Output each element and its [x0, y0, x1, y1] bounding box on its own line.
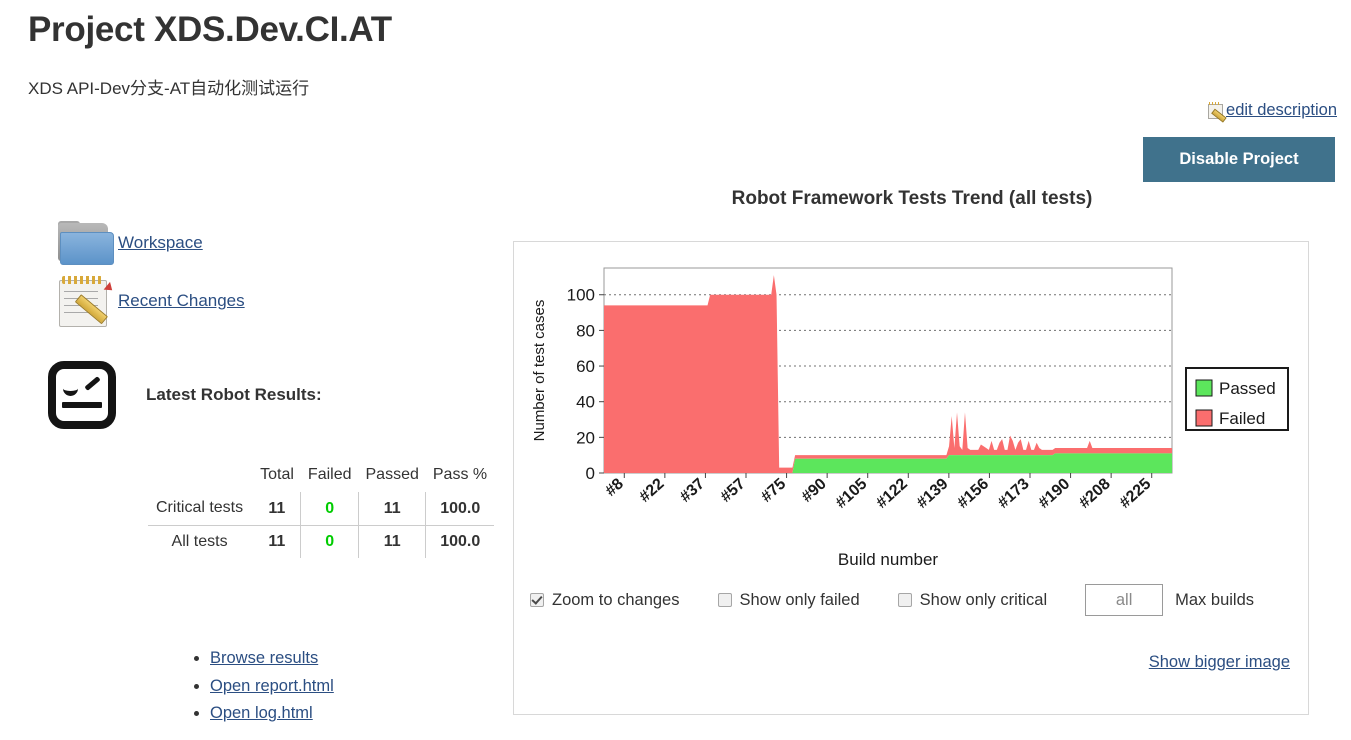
cell-all-failed: 0 [300, 524, 359, 559]
svg-text:#22: #22 [636, 475, 667, 506]
left-sidebar: Workspace Recent Changes Latest Robot Re… [0, 214, 500, 430]
robot-results-table: Total Failed Passed Pass % Critical test… [148, 464, 495, 559]
chart-title: Robot Framework Tests Trend (all tests) [731, 188, 1093, 209]
latest-robot-results-heading: Latest Robot Results: [146, 385, 322, 404]
show-bigger-image-link[interactable]: Show bigger image [1149, 653, 1290, 672]
column-header-total: Total [260, 466, 294, 483]
svg-text:#190: #190 [1035, 475, 1073, 512]
svg-text:40: 40 [576, 393, 595, 412]
svg-text:Build number: Build number [838, 550, 939, 569]
cell-all-passed: 11 [357, 524, 426, 559]
result-links-list: Browse results Open report.html Open log… [186, 645, 334, 728]
cell-critical-passed: 11 [357, 492, 426, 526]
svg-text:#105: #105 [833, 475, 871, 512]
cell-critical-failed: 0 [300, 492, 359, 526]
show-only-critical-label: Show only critical [919, 590, 1048, 609]
recent-changes-link[interactable]: Recent Changes [118, 291, 245, 311]
browse-results-link[interactable]: Browse results [210, 649, 318, 667]
svg-text:#122: #122 [873, 475, 911, 512]
svg-text:#57: #57 [717, 475, 748, 506]
sidebar-item-recent-changes[interactable]: Recent Changes [0, 272, 500, 330]
open-report-link[interactable]: Open report.html [210, 677, 334, 695]
page-subtitle: XDS API-Dev分支-AT自动化测试运行 [28, 79, 310, 98]
svg-text:#75: #75 [758, 475, 789, 506]
open-log-link[interactable]: Open log.html [210, 704, 313, 722]
folder-icon [56, 221, 118, 265]
trend-chart[interactable]: 0 20 40 60 80 100 Number of test cases #8 #22 #37… [514, 260, 1308, 570]
cell-all-total: 11 [253, 524, 301, 559]
row-label-critical-tests: Critical tests [156, 499, 244, 517]
table-corner-header [148, 464, 253, 492]
svg-text:#225: #225 [1117, 475, 1155, 512]
list-item: Open report.html [210, 673, 334, 701]
svg-text:Failed: Failed [1219, 409, 1265, 428]
svg-text:100: 100 [567, 286, 595, 305]
sidebar-item-workspace[interactable]: Workspace [0, 214, 500, 272]
table-row: All tests 11 0 11 100.0 [148, 524, 495, 559]
svg-text:#208: #208 [1076, 475, 1114, 512]
latest-robot-results-row: Latest Robot Results: [0, 360, 500, 430]
cell-critical-pass-pct: 100.0 [425, 492, 495, 526]
svg-text:#173: #173 [995, 475, 1033, 512]
table-row: Critical tests 11 0 11 100.0 [148, 492, 495, 526]
svg-text:#90: #90 [799, 475, 830, 506]
svg-text:Number of test cases: Number of test cases [531, 300, 548, 442]
list-item: Open log.html [210, 700, 334, 728]
column-header-passed: Passed [365, 466, 419, 483]
edit-description-row[interactable]: edit description [1208, 101, 1337, 123]
svg-text:#156: #156 [954, 475, 992, 512]
zoom-to-changes-checkbox[interactable]: Zoom to changes [530, 591, 680, 610]
checkbox-box[interactable] [717, 593, 732, 607]
robot-face-icon [48, 361, 116, 429]
list-item: Browse results [210, 645, 334, 673]
checkbox-box[interactable] [897, 593, 912, 607]
cell-all-pass-pct: 100.0 [425, 524, 495, 559]
chart-panel: 0 20 40 60 80 100 Number of test cases #8 #22 #37… [513, 241, 1309, 715]
svg-text:#139: #139 [914, 475, 952, 512]
chart-controls: Zoom to changes Show only failed Show on… [530, 584, 1300, 616]
max-builds-label: Max builds [1175, 590, 1255, 609]
table-header-row: Total Failed Passed Pass % [148, 464, 494, 492]
edit-description-link[interactable]: edit description [1226, 101, 1337, 120]
svg-text:#8: #8 [602, 475, 627, 500]
chart-svg: 0 20 40 60 80 100 Number of test cases #8 #22 #37… [531, 267, 1289, 569]
cell-critical-total: 11 [268, 499, 286, 517]
svg-text:20: 20 [576, 428, 595, 447]
row-label-all-tests: All tests [148, 524, 254, 559]
checkbox-box[interactable] [530, 593, 544, 607]
workspace-link[interactable]: Workspace [118, 233, 203, 253]
svg-text:0: 0 [586, 464, 595, 483]
max-builds-input[interactable] [1085, 584, 1164, 616]
svg-text:80: 80 [576, 321, 595, 340]
show-only-failed-checkbox[interactable]: Show only failed [717, 590, 860, 610]
column-header-pass-pct: Pass % [432, 466, 488, 483]
disable-project-button[interactable]: Disable Project [1143, 137, 1335, 182]
zoom-to-changes-label: Zoom to changes [552, 590, 680, 609]
edit-description-icon [1208, 102, 1227, 123]
column-header-failed: Failed [307, 466, 352, 483]
show-only-failed-label: Show only failed [739, 590, 860, 609]
svg-text:Passed: Passed [1219, 379, 1276, 398]
svg-text:#37: #37 [677, 475, 708, 506]
page-title: Project XDS.Dev.CI.AT [28, 10, 392, 49]
show-only-critical-checkbox[interactable]: Show only critical [897, 590, 1048, 610]
notepad-pencil-icon [56, 275, 118, 327]
svg-text:60: 60 [576, 357, 595, 376]
